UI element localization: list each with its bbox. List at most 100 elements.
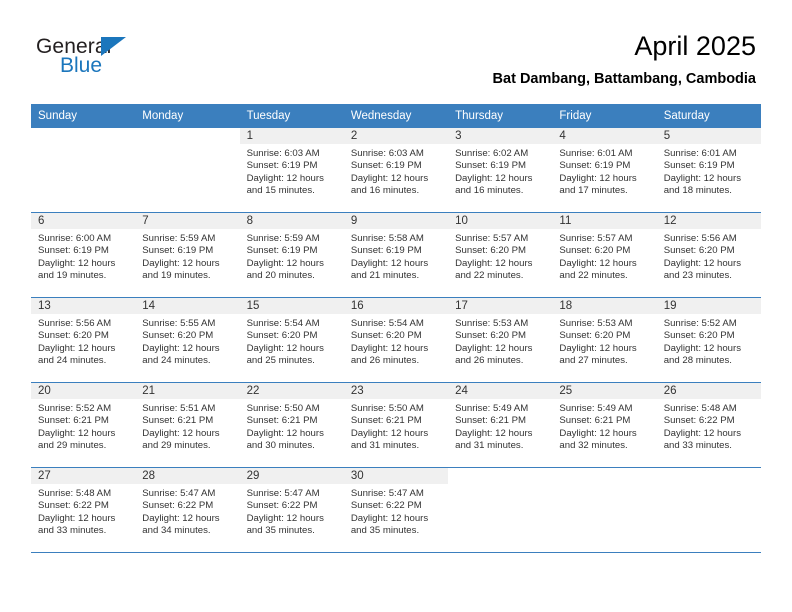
day-cell[interactable]: [448, 468, 552, 552]
sunrise-text: Sunrise: 5:47 AM: [350, 488, 424, 499]
calendar-cell[interactable]: 8 Sunrise: 5:59 AM Sunset: 6:19 PM Daylight…: [239, 212, 344, 298]
calendar-cell[interactable]: 11 Sunrise: 5:57 AM Sunset: 6:20 PM Dayligh…: [552, 212, 657, 298]
day-cell[interactable]: 27 Sunrise: 5:48 AM Sunset: 6:22 PM Dayligh…: [31, 468, 136, 552]
sunset-text: Sunset: 6:20 PM: [246, 330, 318, 342]
day-cell[interactable]: 7 Sunrise: 5:59 AM Sunset: 6:19 PM Daylight…: [135, 213, 240, 297]
sunset-text: Sunset: 6:21 PM: [559, 415, 631, 427]
generalblue-logo[interactable]: General Blue: [36, 36, 166, 84]
calendar-cell[interactable]: 1 Sunrise: 6:03 AM Sunset: 6:19 PM Daylight…: [239, 128, 344, 213]
day-cell[interactable]: 23 Sunrise: 5:50 AM Sunset: 6:21 PM Dayligh…: [343, 383, 449, 467]
day-cell[interactable]: [552, 468, 656, 552]
day-cell[interactable]: 4 Sunrise: 6:01 AM Sunset: 6:19 PM Daylight…: [552, 128, 657, 212]
calendar-cell[interactable]: [656, 467, 761, 553]
calendar-cell[interactable]: 6 Sunrise: 6:00 AM Sunset: 6:19 PM Daylight…: [31, 212, 136, 298]
calendar-cell[interactable]: 9 Sunrise: 5:58 AM Sunset: 6:19 PM Daylight…: [343, 212, 449, 298]
calendar-cell[interactable]: 22 Sunrise: 5:50 AM Sunset: 6:21 PM Dayligh…: [239, 382, 344, 468]
daylight-text-line1: Daylight: 12 hours: [559, 257, 637, 269]
day-info: Sunrise: 5:51 AM Sunset: 6:21 PM Daylight:…: [135, 399, 239, 453]
day-cell[interactable]: [31, 128, 135, 212]
calendar-cell[interactable]: 10 Sunrise: 5:57 AM Sunset: 6:20 PM Dayligh…: [448, 212, 553, 298]
calendar-cell[interactable]: 20 Sunrise: 5:52 AM Sunset: 6:21 PM Dayligh…: [31, 382, 136, 468]
sunrise-text: Sunrise: 5:50 AM: [350, 403, 424, 414]
calendar-cell[interactable]: 26 Sunrise: 5:48 AM Sunset: 6:22 PM Dayligh…: [656, 382, 761, 468]
calendar-cell[interactable]: 27 Sunrise: 5:48 AM Sunset: 6:22 PM Dayligh…: [31, 467, 136, 553]
calendar-cell[interactable]: 19 Sunrise: 5:52 AM Sunset: 6:20 PM Dayligh…: [656, 297, 761, 383]
calendar-cell[interactable]: 29 Sunrise: 5:47 AM Sunset: 6:22 PM Dayligh…: [239, 467, 344, 553]
day-cell[interactable]: [135, 128, 239, 212]
day-cell[interactable]: 8 Sunrise: 5:59 AM Sunset: 6:19 PM Daylight…: [239, 213, 344, 297]
calendar-cell[interactable]: 12 Sunrise: 5:56 AM Sunset: 6:20 PM Dayligh…: [656, 212, 761, 298]
calendar-cell[interactable]: 15 Sunrise: 5:54 AM Sunset: 6:20 PM Dayligh…: [239, 297, 344, 383]
calendar-week-row: 13 Sunrise: 5:56 AM Sunset: 6:20 PM Dayligh…: [31, 297, 761, 383]
day-cell[interactable]: 29 Sunrise: 5:47 AM Sunset: 6:22 PM Dayligh…: [239, 468, 344, 552]
day-cell[interactable]: 2 Sunrise: 6:03 AM Sunset: 6:19 PM Daylight…: [343, 128, 449, 212]
calendar-cell[interactable]: [135, 128, 240, 213]
daylight-text-line1: Daylight: 12 hours: [350, 257, 429, 269]
day-cell[interactable]: 26 Sunrise: 5:48 AM Sunset: 6:22 PM Dayligh…: [656, 383, 761, 467]
day-cell[interactable]: 17 Sunrise: 5:53 AM Sunset: 6:20 PM Dayligh…: [448, 298, 553, 382]
day-cell[interactable]: 14 Sunrise: 5:55 AM Sunset: 6:20 PM Dayligh…: [135, 298, 240, 382]
calendar-cell[interactable]: 25 Sunrise: 5:49 AM Sunset: 6:21 PM Dayligh…: [552, 382, 657, 468]
day-number: 27: [31, 468, 136, 484]
day-cell[interactable]: 1 Sunrise: 6:03 AM Sunset: 6:19 PM Daylight…: [239, 128, 344, 212]
calendar-cell[interactable]: [31, 128, 136, 213]
calendar-cell[interactable]: 17 Sunrise: 5:53 AM Sunset: 6:20 PM Dayligh…: [448, 297, 553, 383]
day-cell[interactable]: 13 Sunrise: 5:56 AM Sunset: 6:20 PM Dayligh…: [31, 298, 136, 382]
day-number: 24: [448, 383, 553, 399]
day-cell[interactable]: 6 Sunrise: 6:00 AM Sunset: 6:19 PM Daylight…: [31, 213, 136, 297]
calendar-cell[interactable]: 13 Sunrise: 5:56 AM Sunset: 6:20 PM Dayligh…: [31, 297, 136, 383]
day-cell[interactable]: 3 Sunrise: 6:02 AM Sunset: 6:19 PM Daylight…: [448, 128, 553, 212]
sunrise-text: Sunrise: 5:47 AM: [246, 488, 320, 499]
day-cell[interactable]: 16 Sunrise: 5:54 AM Sunset: 6:20 PM Dayligh…: [343, 298, 449, 382]
day-cell[interactable]: 9 Sunrise: 5:58 AM Sunset: 6:19 PM Daylight…: [343, 213, 449, 297]
calendar-cell[interactable]: 5 Sunrise: 6:01 AM Sunset: 6:19 PM Daylight…: [656, 128, 761, 213]
calendar-cell[interactable]: [448, 467, 553, 553]
daylight-text-line2: and 35 minutes.: [350, 525, 420, 537]
sunrise-text: Sunrise: 5:49 AM: [559, 403, 633, 414]
calendar-cell[interactable]: 2 Sunrise: 6:03 AM Sunset: 6:19 PM Daylight…: [343, 128, 449, 213]
day-cell[interactable]: 22 Sunrise: 5:50 AM Sunset: 6:21 PM Dayligh…: [239, 383, 344, 467]
daylight-text-line2: and 21 minutes.: [350, 270, 420, 282]
day-cell[interactable]: 30 Sunrise: 5:47 AM Sunset: 6:22 PM Dayligh…: [343, 468, 449, 552]
calendar-cell[interactable]: 7 Sunrise: 5:59 AM Sunset: 6:19 PM Daylight…: [135, 212, 240, 298]
day-number: 11: [552, 213, 657, 229]
day-cell[interactable]: 24 Sunrise: 5:49 AM Sunset: 6:21 PM Dayligh…: [448, 383, 553, 467]
day-info: Sunrise: 6:02 AM Sunset: 6:19 PM Daylight:…: [448, 144, 552, 198]
daylight-text-line2: and 17 minutes.: [559, 185, 628, 197]
calendar-cell[interactable]: 21 Sunrise: 5:51 AM Sunset: 6:21 PM Dayligh…: [135, 382, 240, 468]
day-info: Sunrise: 6:00 AM Sunset: 6:19 PM Daylight:…: [31, 229, 135, 283]
page-header: General Blue April 2025 Bat Dambang, Bat…: [0, 0, 792, 100]
day-cell[interactable]: 12 Sunrise: 5:56 AM Sunset: 6:20 PM Dayligh…: [656, 213, 761, 297]
daylight-text-line2: and 22 minutes.: [559, 270, 628, 282]
day-cell[interactable]: 21 Sunrise: 5:51 AM Sunset: 6:21 PM Dayligh…: [135, 383, 240, 467]
calendar-cell[interactable]: 23 Sunrise: 5:50 AM Sunset: 6:21 PM Dayligh…: [343, 382, 449, 468]
day-cell[interactable]: 10 Sunrise: 5:57 AM Sunset: 6:20 PM Dayligh…: [448, 213, 553, 297]
day-cell[interactable]: [657, 468, 761, 552]
day-number: 17: [448, 298, 553, 314]
daylight-text-line2: and 24 minutes.: [38, 355, 107, 367]
day-info: Sunrise: 5:54 AM Sunset: 6:20 PM Daylight:…: [240, 314, 344, 368]
day-number: 10: [448, 213, 553, 229]
day-number: [448, 468, 552, 484]
calendar-cell[interactable]: 18 Sunrise: 5:53 AM Sunset: 6:20 PM Dayligh…: [552, 297, 657, 383]
calendar-cell[interactable]: 30 Sunrise: 5:47 AM Sunset: 6:22 PM Dayligh…: [343, 467, 449, 553]
day-cell[interactable]: 28 Sunrise: 5:47 AM Sunset: 6:22 PM Dayligh…: [135, 468, 240, 552]
day-cell[interactable]: 11 Sunrise: 5:57 AM Sunset: 6:20 PM Dayligh…: [552, 213, 657, 297]
day-cell[interactable]: 15 Sunrise: 5:54 AM Sunset: 6:20 PM Dayligh…: [239, 298, 344, 382]
sunrise-text: Sunrise: 5:57 AM: [559, 233, 633, 244]
day-info: Sunrise: 5:53 AM Sunset: 6:20 PM Daylight:…: [552, 314, 656, 368]
day-cell[interactable]: 19 Sunrise: 5:52 AM Sunset: 6:20 PM Dayligh…: [656, 298, 761, 382]
calendar-cell[interactable]: 16 Sunrise: 5:54 AM Sunset: 6:20 PM Dayligh…: [343, 297, 449, 383]
day-cell[interactable]: 18 Sunrise: 5:53 AM Sunset: 6:20 PM Dayligh…: [552, 298, 657, 382]
calendar-cell[interactable]: 24 Sunrise: 5:49 AM Sunset: 6:21 PM Dayligh…: [448, 382, 553, 468]
sunset-text: Sunset: 6:22 PM: [142, 500, 214, 512]
day-cell[interactable]: 25 Sunrise: 5:49 AM Sunset: 6:21 PM Dayligh…: [552, 383, 657, 467]
calendar-cell[interactable]: 4 Sunrise: 6:01 AM Sunset: 6:19 PM Daylight…: [552, 128, 657, 213]
calendar-cell[interactable]: [552, 467, 657, 553]
day-cell[interactable]: 20 Sunrise: 5:52 AM Sunset: 6:21 PM Dayligh…: [31, 383, 136, 467]
calendar-cell[interactable]: 3 Sunrise: 6:02 AM Sunset: 6:19 PM Daylight…: [448, 128, 553, 213]
day-cell[interactable]: 5 Sunrise: 6:01 AM Sunset: 6:19 PM Daylight…: [656, 128, 761, 212]
day-number: 28: [135, 468, 240, 484]
calendar-cell[interactable]: 14 Sunrise: 5:55 AM Sunset: 6:20 PM Dayligh…: [135, 297, 240, 383]
calendar-cell[interactable]: 28 Sunrise: 5:47 AM Sunset: 6:22 PM Dayligh…: [135, 467, 240, 553]
